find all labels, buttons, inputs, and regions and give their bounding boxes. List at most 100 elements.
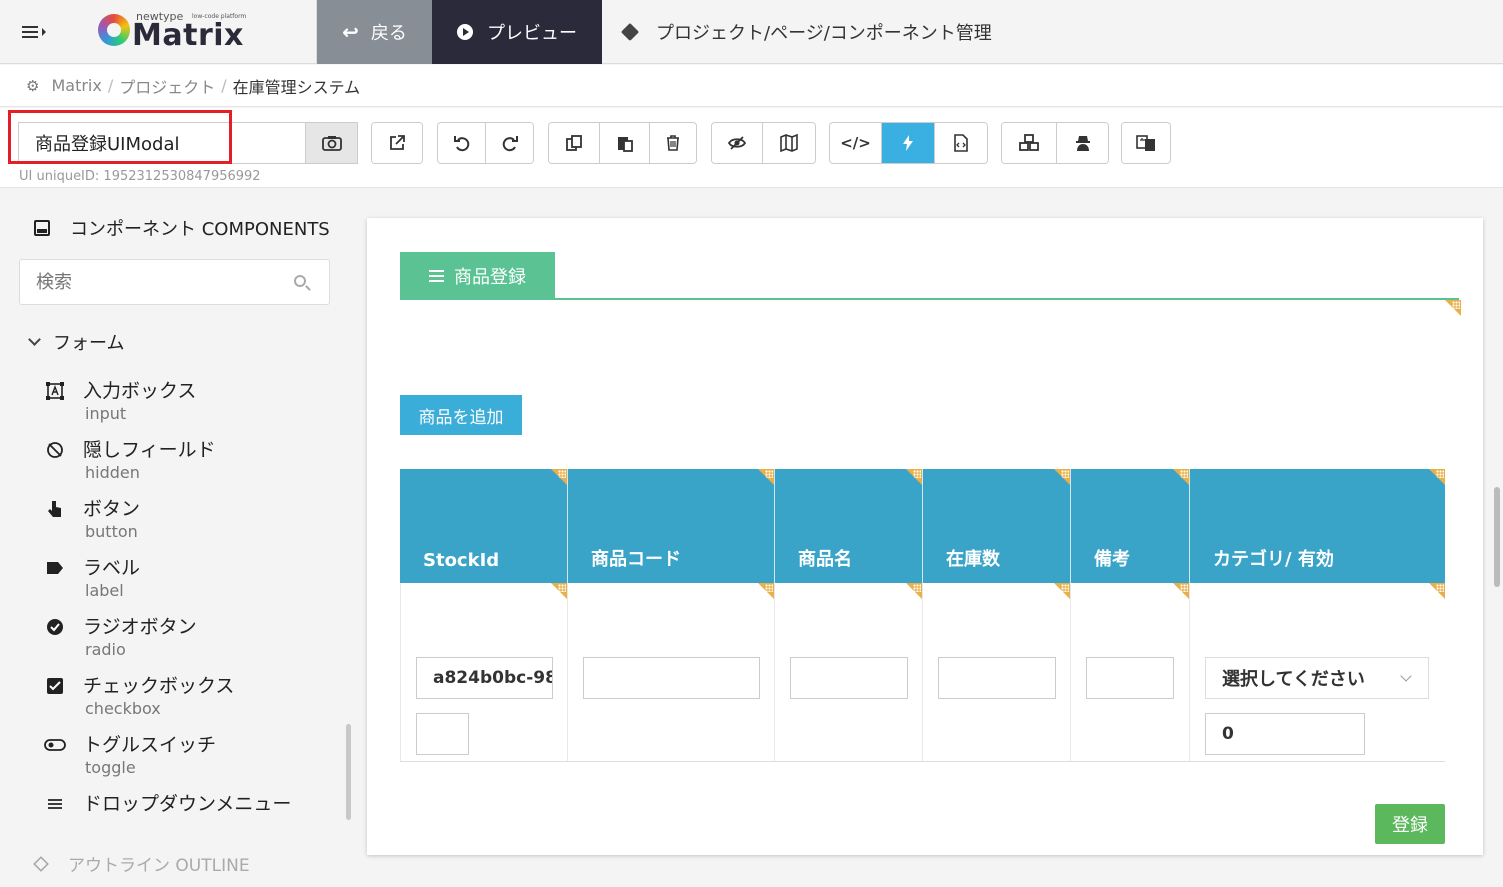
code-button[interactable]: </> <box>830 123 882 163</box>
stock-id-input[interactable]: a824b0bc-98 <box>416 657 553 699</box>
tag-icon <box>44 557 66 579</box>
camera-icon <box>321 136 342 151</box>
product-name-input[interactable] <box>790 657 908 699</box>
stock-count-input[interactable] <box>938 657 1056 699</box>
toolgroup-edit <box>548 122 697 164</box>
category-select-value: 選択してください <box>1222 669 1365 690</box>
checkbox-icon <box>44 675 66 697</box>
component-label: 入力ボックス <box>83 380 197 402</box>
lightning-icon <box>903 135 913 151</box>
resize-handle-icon[interactable] <box>1173 469 1189 485</box>
add-product-button[interactable]: 商品を追加 <box>400 395 522 435</box>
outline-header[interactable]: アウトライン OUTLINE <box>33 851 250 876</box>
stock-extra-input[interactable] <box>416 713 469 755</box>
component-search-input[interactable] <box>19 259 330 305</box>
external-link-icon <box>390 135 405 150</box>
panel-scrollbar[interactable] <box>346 724 351 820</box>
back-button[interactable]: ↩ 戻る <box>317 0 432 64</box>
toggle-visibility-button[interactable] <box>712 123 763 163</box>
table-cell <box>1071 583 1190 761</box>
screenshot-button[interactable] <box>305 122 358 164</box>
component-item-radio[interactable]: ラジオボタン radio <box>44 612 334 668</box>
ui-name-input[interactable] <box>18 122 306 164</box>
hamburger-icon <box>22 26 38 38</box>
preview-button[interactable]: プレビュー <box>432 0 602 64</box>
resize-handle-icon[interactable] <box>758 469 774 485</box>
toolgroup-history <box>437 122 534 164</box>
components-button[interactable] <box>1002 123 1057 163</box>
logo-flower-icon <box>98 14 130 46</box>
component-item-hidden[interactable]: 隠しフィールド hidden <box>44 435 334 491</box>
cube-icon <box>620 22 640 42</box>
component-panel: コンポーネント COMPONENTS フォーム 入力ボックス input 隠しフ… <box>0 189 356 887</box>
copy-button[interactable] <box>549 123 600 163</box>
event-button[interactable] <box>882 123 935 163</box>
component-label: 隠しフィールド <box>83 439 216 461</box>
app-logo[interactable]: newtype low-code platform Matrix <box>92 8 312 56</box>
note-input[interactable] <box>1086 657 1174 699</box>
breadcrumb-current: 在庫管理システム <box>232 77 361 97</box>
resize-handle-icon[interactable] <box>551 469 567 485</box>
nav-title[interactable]: プロジェクト/ページ/コンポーネント管理 <box>620 0 992 64</box>
source-file-button[interactable] <box>935 123 987 163</box>
app-header: newtype low-code platform Matrix ↩ 戻る プレ… <box>0 0 1503 64</box>
inbox-icon <box>34 220 50 236</box>
column-header-label: 商品名 <box>798 549 852 570</box>
resize-handle-icon[interactable] <box>758 583 774 599</box>
resize-handle-icon[interactable] <box>906 469 922 485</box>
component-code: checkbox <box>85 699 161 718</box>
resize-handle-icon[interactable] <box>1445 300 1461 316</box>
resize-handle-icon[interactable] <box>906 583 922 599</box>
table-cell: 選択してください 0 <box>1190 583 1445 761</box>
column-header: カテゴリ/ 有効 <box>1190 469 1445 583</box>
resize-handle-icon[interactable] <box>1429 469 1445 485</box>
undo-button[interactable] <box>438 123 486 163</box>
menu-toggle-button[interactable] <box>22 16 72 48</box>
user-secret-button[interactable] <box>1057 123 1108 163</box>
component-label: ボタン <box>83 498 141 520</box>
paste-icon <box>617 137 633 152</box>
component-item-toggle[interactable]: トグルスイッチ toggle <box>44 730 334 786</box>
component-item-dropdown[interactable]: ドロップダウンメニュー <box>44 789 334 845</box>
category-form-toggle[interactable]: フォーム <box>28 329 124 355</box>
component-item-label[interactable]: ラベル label <box>44 553 334 609</box>
table-cell <box>923 583 1071 761</box>
resize-handle-icon[interactable] <box>1173 583 1189 599</box>
breadcrumb-item[interactable]: Matrix <box>51 76 101 95</box>
resize-handle-icon[interactable] <box>551 583 567 599</box>
components-header: コンポーネント COMPONENTS <box>34 215 330 241</box>
component-item-input[interactable]: 入力ボックス input <box>44 376 334 432</box>
radio-check-icon <box>44 616 66 638</box>
breadcrumb-item[interactable]: プロジェクト <box>119 74 215 98</box>
paste-button[interactable] <box>600 123 650 163</box>
category-select[interactable]: 選択してください <box>1205 657 1429 699</box>
breadcrumb-separator: / <box>107 76 114 95</box>
translate-button[interactable] <box>1122 123 1170 163</box>
component-item-checkbox[interactable]: チェックボックス checkbox <box>44 671 334 727</box>
resize-handle-icon[interactable] <box>1429 583 1445 599</box>
product-code-input[interactable] <box>583 657 760 699</box>
column-header: 備考 <box>1071 469 1190 583</box>
redo-icon <box>502 136 518 152</box>
page-scrollbar[interactable] <box>1494 487 1500 587</box>
copy-icon <box>566 135 582 151</box>
modal-title-tab[interactable]: 商品登録 <box>400 252 555 300</box>
undo-icon <box>453 136 469 152</box>
translate-icon <box>1136 135 1155 151</box>
delete-button[interactable] <box>650 123 696 163</box>
redo-button[interactable] <box>486 123 533 163</box>
open-external-button[interactable] <box>372 123 422 163</box>
breadcrumb: ⚙ Matrix / プロジェクト / 在庫管理システム <box>0 65 1503 107</box>
components-header-label: コンポーネント COMPONENTS <box>70 219 330 240</box>
resize-handle-icon[interactable] <box>1054 469 1070 485</box>
component-code: label <box>85 581 124 600</box>
map-button[interactable] <box>763 123 815 163</box>
component-code: button <box>85 522 138 541</box>
component-item-button[interactable]: ボタン button <box>44 494 334 550</box>
enabled-input[interactable]: 0 <box>1205 713 1365 755</box>
table-header: StockId 商品コード 商品名 在庫数 備考 カテゴリ/ 有効 <box>400 469 1445 583</box>
resize-handle-icon[interactable] <box>1054 583 1070 599</box>
eye-slash-icon <box>44 439 66 461</box>
register-button[interactable]: 登録 <box>1375 804 1445 844</box>
nav-title-text: プロジェクト/ページ/コンポーネント管理 <box>656 23 992 44</box>
